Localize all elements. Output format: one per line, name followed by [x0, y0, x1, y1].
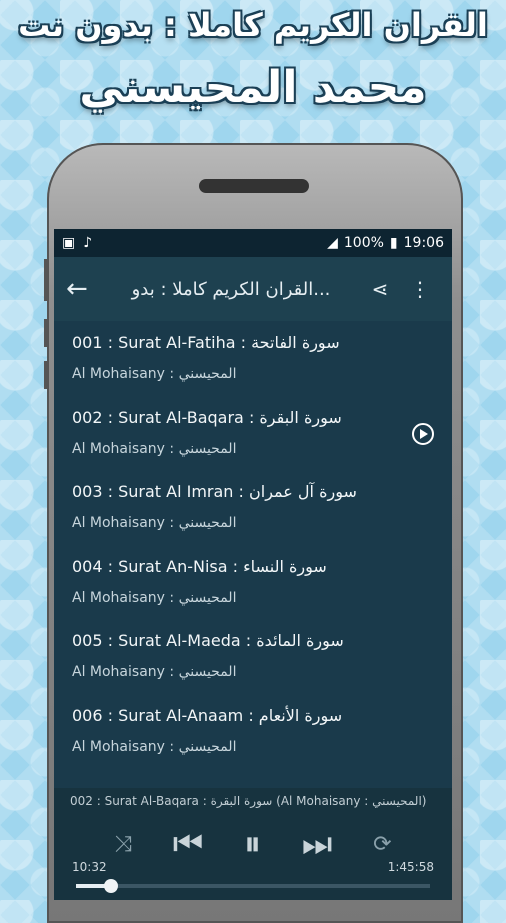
music-notification-icon: ♪: [83, 235, 93, 251]
reciter-label: Al Mohaisany : المحيسني: [72, 515, 237, 531]
list-item[interactable]: 006 : Surat Al-Anaam : سورة الأنعام Al M…: [72, 694, 452, 769]
app-screen: ▣ ♪ ◢ 100% ▮ 19:06 ← القران الكريم كاملا…: [54, 229, 452, 900]
surah-title: 002 : Surat Al-Baqara : سورة البقرة: [72, 407, 342, 427]
surah-title: 005 : Surat Al-Maeda : سورة المائدة: [72, 631, 344, 650]
reciter-label: Al Mohaisany : المحيسني: [72, 664, 237, 680]
next-track-icon[interactable]: ⏭: [302, 824, 333, 864]
battery-percent: 100%: [343, 235, 384, 251]
promo-reciter-name: محمد المحيسني: [79, 62, 427, 113]
phone-speaker: [199, 179, 309, 193]
pause-icon[interactable]: ⏸: [244, 824, 261, 864]
shuffle-icon[interactable]: ⤨: [114, 832, 132, 857]
overflow-menu-icon[interactable]: ⋮: [400, 277, 440, 301]
image-notification-icon: ▣: [62, 235, 76, 251]
media-player: 002 : Surat Al-Baqara : سورة البقرة (Al …: [54, 788, 452, 900]
surah-title: 006 : Surat Al-Anaam : سورة الأنعام: [72, 705, 343, 725]
previous-track-icon[interactable]: ⏮: [173, 824, 204, 864]
list-item[interactable]: 002 : Surat Al-Baqara : سورة البقرة Al M…: [72, 396, 452, 471]
battery-icon: ▮: [389, 235, 398, 251]
app-toolbar: ← القران الكريم كاملا : بدو... ⋖ ⋮: [54, 257, 452, 321]
volume-up-button: [44, 259, 49, 301]
volume-down-button: [44, 319, 49, 347]
share-icon[interactable]: ⋖: [360, 277, 400, 301]
signal-icon: ◢: [327, 235, 338, 251]
total-duration: 1:45:58: [387, 860, 434, 874]
repeat-icon[interactable]: ⟳: [373, 832, 391, 857]
playback-controls: ⤨ ⏮ ⏸ ⏭ ⟳: [54, 824, 452, 864]
reciter-label: Al Mohaisany : المحيسني: [72, 738, 237, 755]
seek-bar[interactable]: [76, 879, 430, 893]
reciter-label: Al Mohaisany : المحيسني: [72, 366, 237, 382]
reciter-label: Al Mohaisany : المحيسني: [72, 589, 237, 606]
power-button: [44, 361, 49, 389]
seek-handle[interactable]: [104, 879, 119, 893]
list-item[interactable]: 001 : Surat Al-Fatiha : سورة الفاتحة Al …: [72, 321, 452, 396]
surah-title: 001 : Surat Al-Fatiha : سورة الفاتحة: [72, 333, 340, 352]
list-item[interactable]: 005 : Surat Al-Maeda : سورة المائدة Al M…: [72, 619, 452, 694]
list-item[interactable]: 004 : Surat An-Nisa : سورة النساء Al Moh…: [72, 545, 452, 620]
play-circle-icon[interactable]: [412, 422, 434, 445]
elapsed-time: 10:32: [72, 860, 107, 874]
list-item[interactable]: 003 : Surat Al Imran : سورة آل عمران Al …: [72, 470, 452, 545]
clock: 19:06: [403, 235, 444, 251]
reciter-label: Al Mohaisany : المحيسني: [72, 440, 237, 457]
promo-title: القران الكريم كاملا : بدون نت: [18, 6, 488, 44]
status-bar: ▣ ♪ ◢ 100% ▮ 19:06: [54, 229, 452, 257]
toolbar-title: القران الكريم كاملا : بدو...: [131, 278, 331, 300]
surah-title: 003 : Surat Al Imran : سورة آل عمران: [72, 482, 357, 501]
surah-title: 004 : Surat An-Nisa : سورة النساء: [72, 556, 327, 576]
now-playing-label: 002 : Surat Al-Baqara : سورة البقرة (Al …: [70, 794, 427, 808]
back-arrow-icon[interactable]: ←: [66, 274, 102, 304]
surah-list: 001 : Surat Al-Fatiha : سورة الفاتحة Al …: [54, 321, 452, 768]
